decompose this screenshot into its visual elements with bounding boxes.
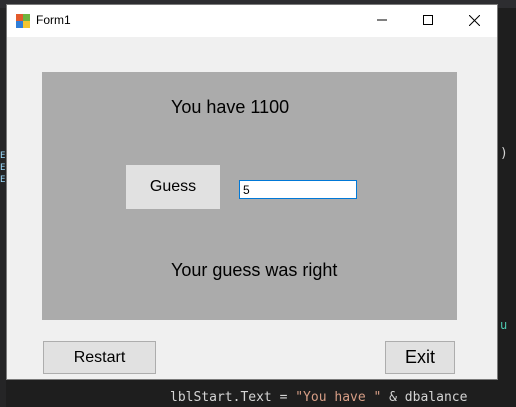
guess-button[interactable]: Guess — [126, 165, 220, 209]
maximize-icon — [423, 15, 433, 25]
title-bar[interactable]: Form1 — [7, 5, 497, 37]
form-window: Form1 You have 1100 Guess Your guess was… — [6, 4, 498, 380]
restart-button[interactable]: Restart — [43, 341, 156, 374]
result-label: Your guess was right — [171, 260, 338, 280]
maximize-button[interactable] — [405, 5, 451, 35]
winforms-app-icon — [16, 14, 30, 28]
close-icon — [468, 14, 480, 26]
ide-code-line: lblStart.Text = "You have " & dbalance — [170, 390, 468, 405]
balance-label: You have 1100 — [171, 97, 290, 117]
window-title: Form1 — [36, 13, 71, 27]
exit-button[interactable]: Exit — [385, 341, 455, 374]
close-button[interactable] — [451, 5, 497, 35]
ide-right-margin — [498, 8, 516, 407]
ide-right-code-fragment-2: u — [500, 318, 508, 332]
game-panel: You have 1100 Guess Your guess was right — [42, 72, 457, 320]
guess-input[interactable] — [239, 180, 357, 199]
minimize-icon — [377, 19, 387, 21]
ide-right-code-fragment: ) — [500, 146, 508, 161]
minimize-button[interactable] — [359, 5, 405, 35]
